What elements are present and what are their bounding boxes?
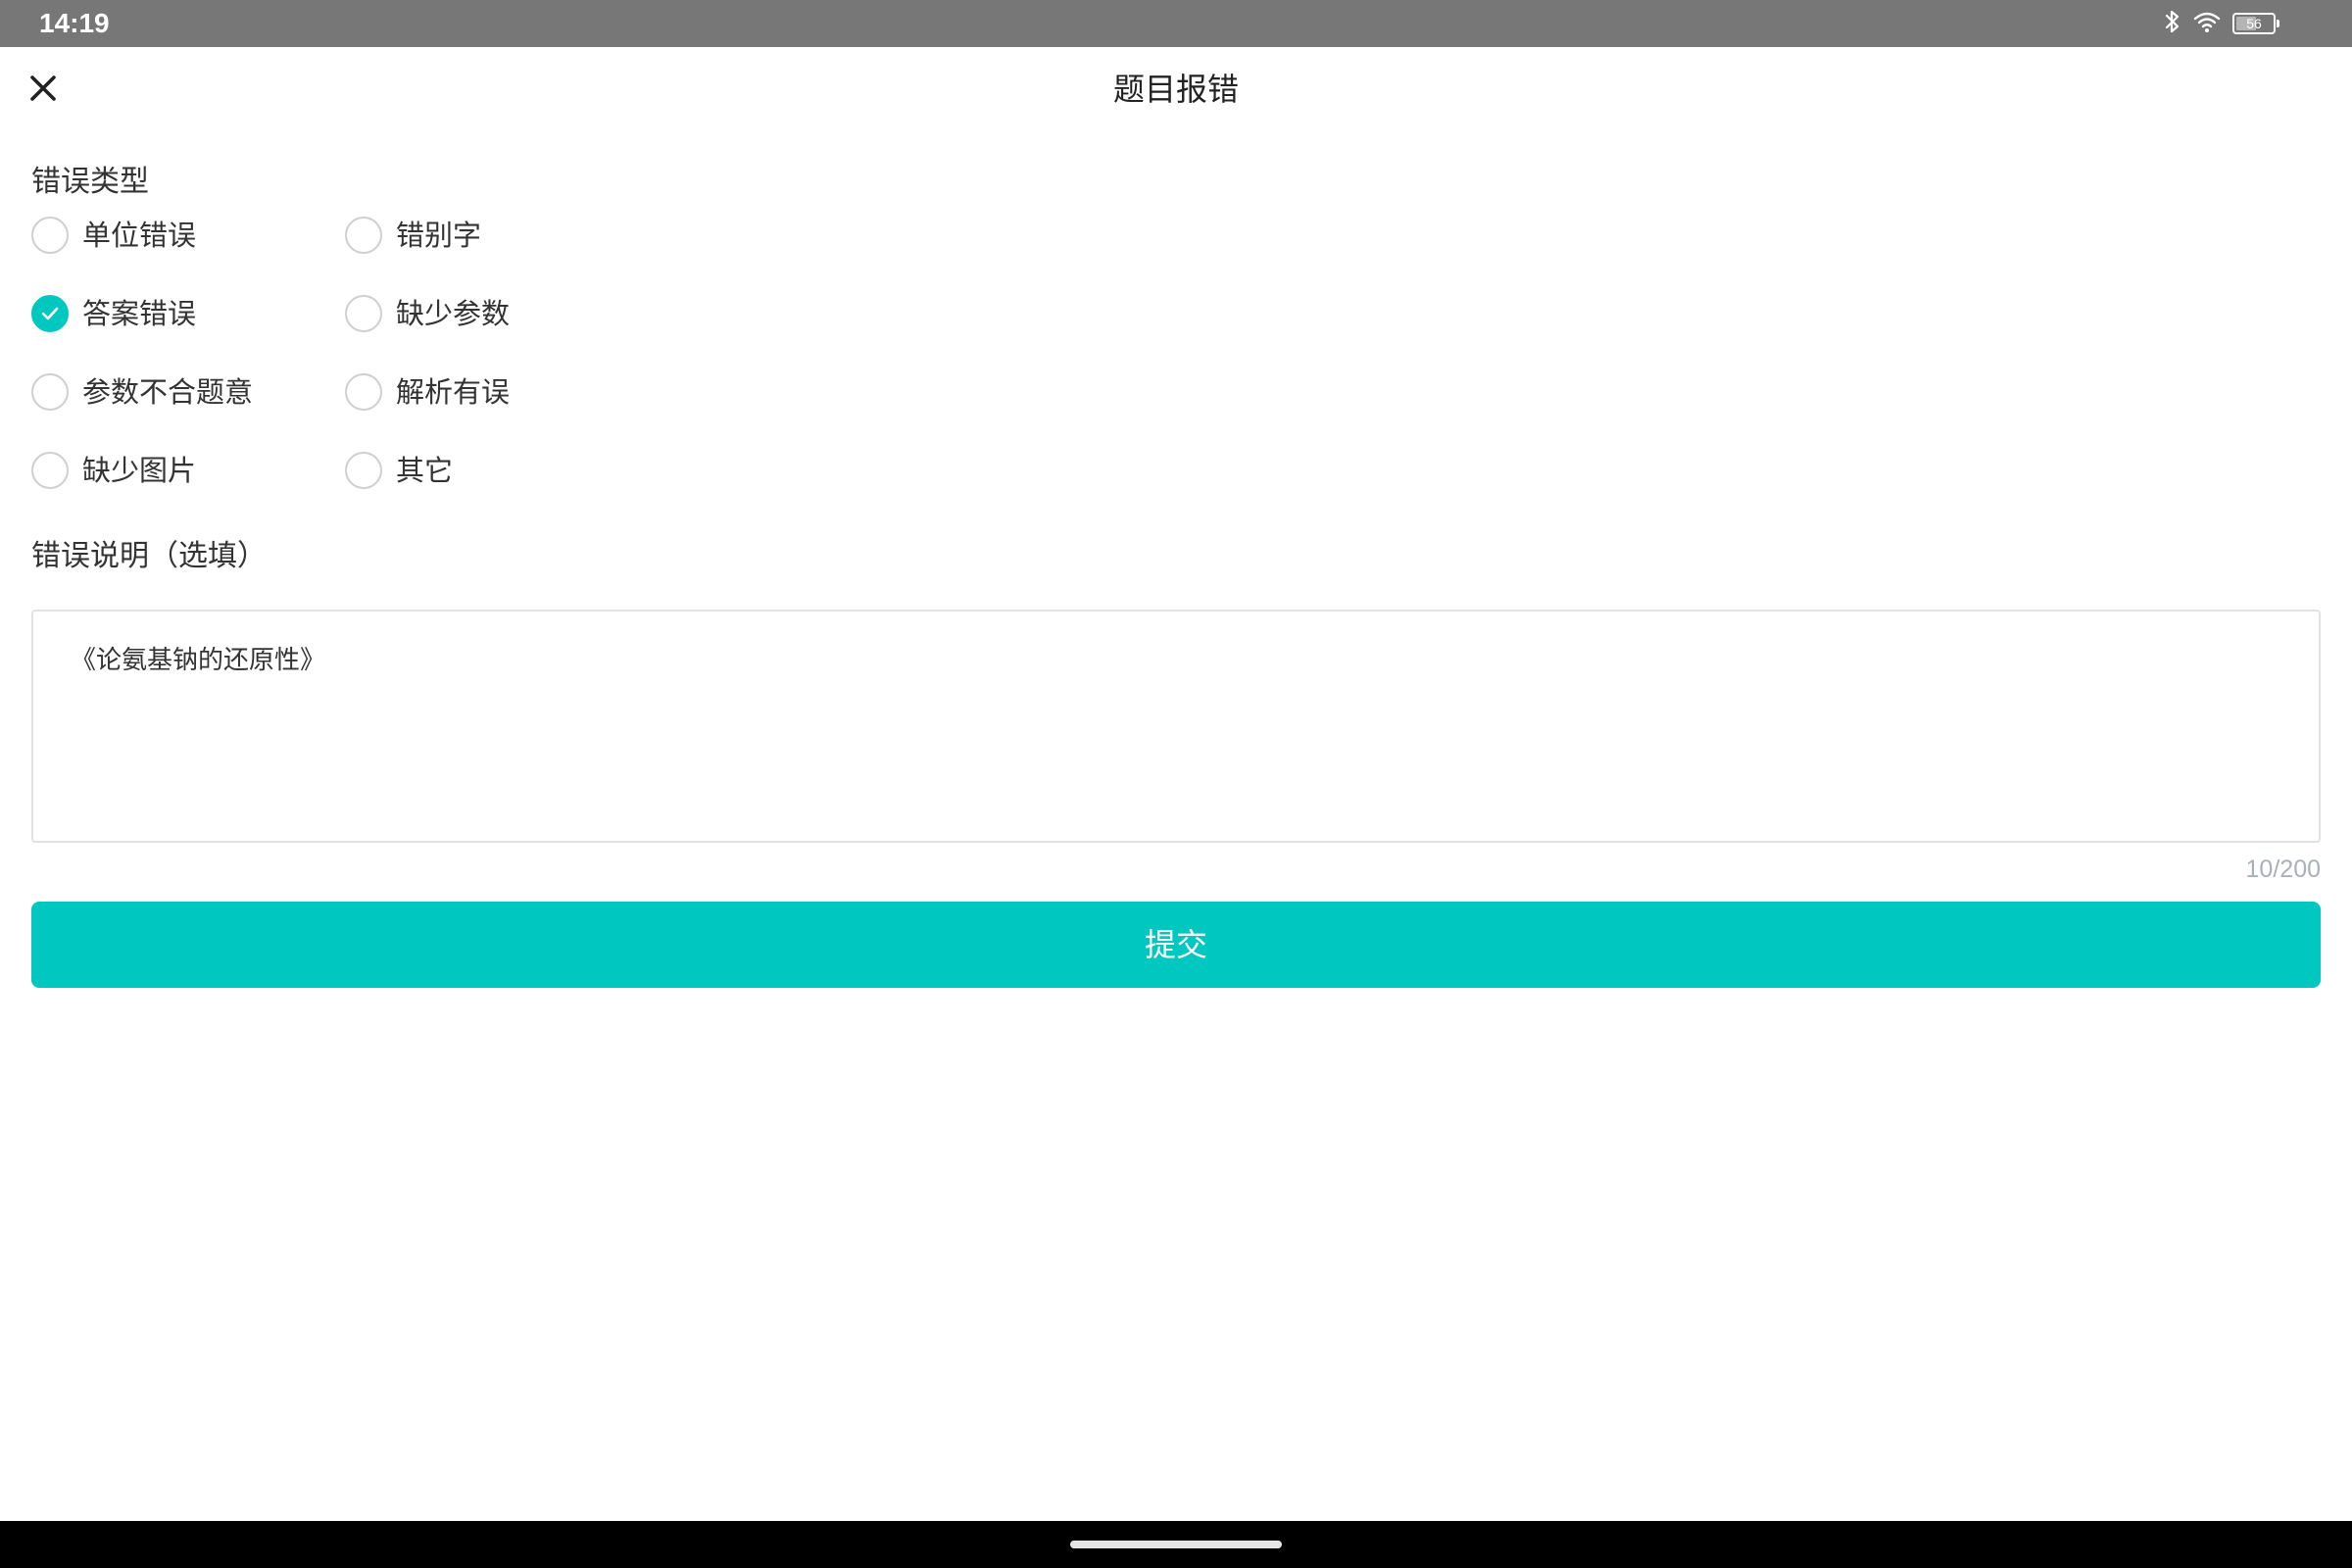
radio-circle[interactable] (345, 373, 382, 411)
radio-circle[interactable] (31, 373, 69, 411)
home-indicator[interactable] (1070, 1541, 1282, 1548)
option-unit-error[interactable]: 单位错误 (31, 212, 196, 259)
option-typo[interactable]: 错别字 (345, 212, 481, 259)
radio-circle[interactable] (345, 295, 382, 332)
option-label: 缺少参数 (396, 297, 511, 330)
description-value: 《论氨基钠的还原性》 (71, 646, 326, 675)
option-label: 其它 (396, 454, 454, 487)
char-counter: 10/200 (2245, 856, 2321, 883)
option-answer-error[interactable]: 答案错误 (31, 290, 196, 337)
option-label: 参数不合题意 (82, 375, 254, 409)
status-icons: 56 (2164, 9, 2279, 38)
wifi-icon (2193, 10, 2221, 37)
radio-circle[interactable] (345, 217, 382, 254)
page-title: 题目报错 (1112, 71, 1239, 108)
option-missing-image[interactable]: 缺少图片 (31, 447, 196, 494)
option-missing-parameter[interactable]: 缺少参数 (345, 290, 510, 337)
navigation-bar (0, 1521, 2352, 1568)
option-label: 解析有误 (396, 375, 511, 409)
bluetooth-icon (2164, 9, 2181, 38)
radio-circle[interactable] (31, 217, 69, 254)
check-icon (41, 307, 59, 320)
option-parameter-mismatch[interactable]: 参数不合题意 (31, 368, 253, 416)
radio-circle[interactable] (31, 452, 69, 489)
status-bar: 14:19 56 (0, 0, 2352, 47)
option-label: 单位错误 (82, 219, 197, 252)
option-label: 错别字 (396, 219, 482, 252)
battery-icon: 56 (2232, 13, 2279, 34)
battery-text: 56 (2246, 16, 2262, 31)
header: 题目报错 (0, 47, 2352, 133)
description-textarea[interactable]: 《论氨基钠的还原性》 (31, 610, 2321, 843)
option-label: 缺少图片 (82, 454, 197, 487)
option-analysis-error[interactable]: 解析有误 (345, 368, 510, 416)
radio-circle[interactable] (31, 295, 69, 332)
submit-button[interactable]: 提交 (31, 902, 2321, 988)
radio-circle[interactable] (345, 452, 382, 489)
description-label: 错误说明（选填） (31, 539, 267, 573)
option-label: 答案错误 (82, 297, 197, 330)
option-other[interactable]: 其它 (345, 447, 453, 494)
error-type-label: 错误类型 (31, 165, 149, 199)
status-time: 14:19 (39, 8, 110, 38)
